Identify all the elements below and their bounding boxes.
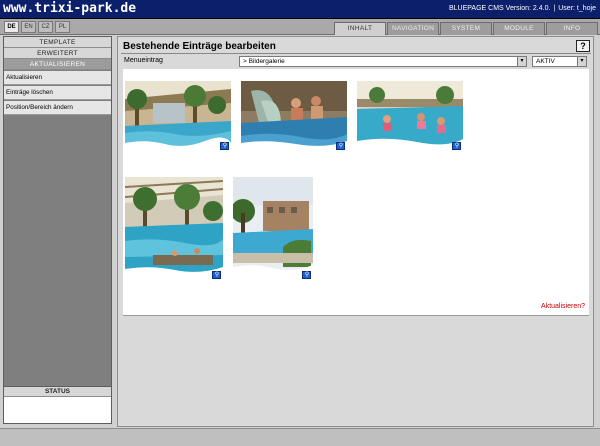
- gallery-image-3[interactable]: [357, 81, 463, 146]
- menu-row: Menueintrag > Bildergalerie ▾ AKTIV ▾: [123, 56, 589, 68]
- chevron-down-icon[interactable]: ▾: [577, 57, 586, 66]
- tab-info[interactable]: INFO: [546, 22, 598, 35]
- pool-hall-photo: [125, 81, 231, 146]
- lang-cz[interactable]: CZ: [38, 21, 53, 33]
- indoor-pool-photo: [125, 177, 223, 275]
- footer-bar: [0, 428, 600, 446]
- magnifier-icon[interactable]: ⚲: [220, 142, 229, 150]
- tab-navigation[interactable]: NAVIGATION: [387, 22, 439, 35]
- help-button[interactable]: ?: [576, 40, 590, 52]
- chevron-down-icon[interactable]: ▾: [517, 57, 526, 66]
- toolbar: DE EN CZ PL INHALT NAVIGATION SYSTEM MOD…: [0, 19, 600, 35]
- outdoor-pool-photo: [233, 177, 313, 275]
- current-user: User: t_hoje: [558, 5, 596, 12]
- kids-pool-photo: [357, 81, 463, 146]
- tab-system[interactable]: SYSTEM: [440, 22, 492, 35]
- status-header: STATUS: [4, 386, 111, 397]
- sidebar-section-template[interactable]: TEMPLATE: [4, 37, 111, 48]
- menu-select[interactable]: > Bildergalerie ▾: [239, 56, 527, 67]
- site-title: www.trixi-park.de: [3, 1, 137, 16]
- lang-pl[interactable]: PL: [55, 21, 70, 33]
- lang-en[interactable]: EN: [21, 21, 36, 33]
- magnifier-icon[interactable]: ⚲: [452, 142, 461, 150]
- sidebar-item-position-aendern[interactable]: Position/Bereich ändern: [4, 101, 111, 115]
- magnifier-icon[interactable]: ⚲: [336, 142, 345, 150]
- status-select-value: AKTIV: [536, 58, 555, 65]
- pool-slide-photo: [241, 81, 347, 146]
- menu-label: Menueintrag: [124, 57, 163, 64]
- top-header: www.trixi-park.de BLUEPAGE CMS Version: …: [0, 0, 600, 19]
- tab-module[interactable]: MODULE: [493, 22, 545, 35]
- gallery-image-5[interactable]: [233, 177, 313, 275]
- magnifier-icon[interactable]: ⚲: [302, 271, 311, 279]
- main-panel: Bestehende Einträge bearbeiten ? Menuein…: [117, 36, 594, 427]
- sidebar-section-erweitert[interactable]: ERWEITERT: [4, 48, 111, 59]
- info-separator: |: [553, 5, 556, 12]
- gallery-image-4[interactable]: [125, 177, 223, 275]
- sidebar: TEMPLATE ERWEITERT AKTUALISIEREN Aktuali…: [3, 36, 112, 424]
- lang-de[interactable]: DE: [4, 21, 19, 33]
- magnifier-icon[interactable]: ⚲: [212, 271, 221, 279]
- cms-info: BLUEPAGE CMS Version: 2.4.0. | User: t_hoj…: [449, 5, 596, 12]
- sidebar-section-aktualisieren[interactable]: AKTUALISIEREN: [4, 59, 111, 70]
- status-panel: [4, 397, 111, 423]
- sidebar-item-eintraege-loeschen[interactable]: Einträge löschen: [4, 86, 111, 100]
- menu-select-value: > Bildergalerie: [243, 58, 285, 65]
- sidebar-item-aktualisieren[interactable]: Aktualisieren: [4, 71, 111, 85]
- tab-inhalt[interactable]: INHALT: [334, 22, 386, 35]
- gallery-image-1[interactable]: [125, 81, 231, 146]
- cms-version: BLUEPAGE CMS Version: 2.4.0.: [449, 5, 551, 12]
- status-select[interactable]: AKTIV ▾: [532, 56, 587, 67]
- update-link[interactable]: Aktualisieren?: [541, 303, 585, 310]
- title-divider: [121, 53, 591, 54]
- gallery-area: ⚲ ⚲ ⚲ ⚲ ⚲ Aktualisieren?: [123, 69, 589, 316]
- gallery-image-2[interactable]: [241, 81, 347, 146]
- page-title: Bestehende Einträge bearbeiten: [123, 41, 276, 52]
